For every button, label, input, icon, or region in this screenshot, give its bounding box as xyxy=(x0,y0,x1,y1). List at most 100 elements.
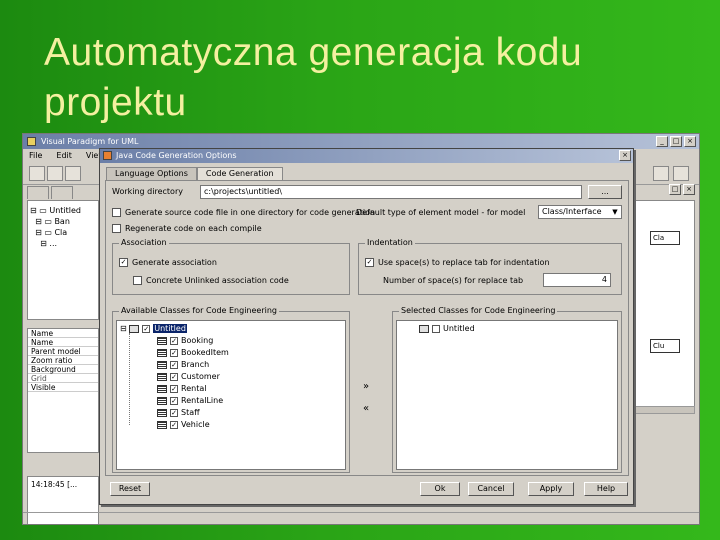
dialog-title: Java Code Generation Options xyxy=(116,151,237,160)
reset-button[interactable]: Reset xyxy=(110,482,150,496)
class-shape[interactable]: Cla xyxy=(650,231,680,245)
canvas-maximize-icon[interactable]: □ xyxy=(669,184,681,195)
model-tree: ⊟ ▭ Untitled ⊟ ▭ Ban ⊟ ▭ Cla ⊟ ... xyxy=(27,200,99,320)
close-button[interactable]: × xyxy=(684,136,696,147)
selected-title: Selected Classes for Code Engineering xyxy=(399,306,558,316)
property-row[interactable]: Parent model xyxy=(28,347,98,356)
tree-item[interactable]: ⊟ ▭ Untitled xyxy=(30,205,96,216)
available-classes-list: ⊟ ✓ Untitled ✓ Booking ✓ BookedItem ✓ Branch… xyxy=(116,320,346,470)
default-type-select[interactable]: Class/Interface ▼ xyxy=(538,205,622,219)
association-group: Association ✓ Generate association Concr… xyxy=(112,238,350,295)
item-checkbox[interactable]: ✓ xyxy=(170,336,178,345)
association-title: Association xyxy=(119,238,169,248)
tree-item[interactable]: ⊟ ▭ Ban xyxy=(30,216,96,227)
list-item[interactable]: ✓ Staff xyxy=(157,407,200,418)
property-row[interactable]: Visible xyxy=(28,383,98,392)
regenerate-checkbox[interactable] xyxy=(112,224,121,233)
new-icon[interactable] xyxy=(29,166,45,181)
canvas-close-icon[interactable]: × xyxy=(683,184,695,195)
property-row[interactable]: Zoom ratio xyxy=(28,356,98,365)
item-checkbox[interactable]: ✓ xyxy=(170,360,178,369)
concrete-checkbox[interactable] xyxy=(133,276,142,285)
class-icon xyxy=(157,384,167,393)
tool-icon[interactable] xyxy=(653,166,669,181)
list-item[interactable]: ⊟ ✓ Untitled xyxy=(120,323,187,334)
list-item[interactable]: ✓ Vehicle xyxy=(157,419,210,430)
property-row[interactable]: Name xyxy=(28,338,98,347)
tool-icon[interactable] xyxy=(673,166,689,181)
item-checkbox[interactable]: ✓ xyxy=(170,420,178,429)
list-item[interactable]: ✓ Rental xyxy=(157,383,206,394)
item-checkbox[interactable]: ✓ xyxy=(170,408,178,417)
chevron-down-icon: ▼ xyxy=(612,208,618,216)
tab-language-options[interactable]: Language Options xyxy=(106,167,197,180)
code-generation-pane: Working directory c:\projects\untitled\ … xyxy=(105,180,629,476)
help-button[interactable]: Help xyxy=(584,482,628,496)
app-title: Visual Paradigm for UML xyxy=(41,137,139,146)
maximize-button[interactable]: □ xyxy=(670,136,682,147)
diagram-canvas[interactable]: Cla Clu xyxy=(635,200,695,408)
tab-diagram-navigator[interactable] xyxy=(27,186,49,199)
generate-single-label: Generate source code file in one directo… xyxy=(125,208,376,217)
working-dir-label: Working directory xyxy=(112,187,183,196)
indentation-group: Indentation ✓ Use space(s) to replace ta… xyxy=(358,238,622,295)
item-checkbox[interactable] xyxy=(432,324,440,333)
spaces-count-input[interactable]: 4 xyxy=(543,273,611,287)
list-item[interactable]: Untitled xyxy=(419,323,475,334)
working-dir-input[interactable]: c:\projects\untitled\ xyxy=(200,185,582,199)
app-icon xyxy=(27,137,36,146)
generate-association-checkbox[interactable]: ✓ xyxy=(119,258,128,267)
selected-classes-group: Selected Classes for Code Engineering Un… xyxy=(392,306,622,473)
properties-table: Name Name Parent model Zoom ratio Backgr… xyxy=(27,328,99,453)
log-entry: 14:18:45 [... xyxy=(31,480,78,489)
canvas-scrollbar[interactable] xyxy=(635,406,695,414)
status-bar xyxy=(23,512,699,524)
ok-button[interactable]: Ok xyxy=(420,482,460,496)
property-row[interactable]: Background xyxy=(28,365,98,374)
class-shape[interactable]: Clu xyxy=(650,339,680,353)
tab-model-tree[interactable] xyxy=(51,186,73,199)
screenshot: Visual Paradigm for UML _ □ × File Edit … xyxy=(22,133,700,525)
canvas-controls: □ × xyxy=(635,184,695,198)
left-panel: ⊟ ▭ Untitled ⊟ ▭ Ban ⊟ ▭ Cla ⊟ ... Name … xyxy=(27,186,99,524)
property-row[interactable]: Grid xyxy=(28,374,98,383)
item-checkbox[interactable]: ✓ xyxy=(170,348,178,357)
cancel-button[interactable]: Cancel xyxy=(468,482,514,496)
class-icon xyxy=(157,396,167,405)
item-checkbox[interactable]: ✓ xyxy=(142,324,151,333)
item-checkbox[interactable]: ✓ xyxy=(170,396,178,405)
minimize-button[interactable]: _ xyxy=(656,136,668,147)
tree-item[interactable]: ⊟ ... xyxy=(30,238,96,249)
move-right-button[interactable]: » xyxy=(360,381,372,392)
menu-edit[interactable]: Edit xyxy=(56,149,72,162)
use-spaces-label: Use space(s) to replace tab for indentat… xyxy=(378,258,550,267)
tab-code-generation[interactable]: Code Generation xyxy=(196,167,283,180)
list-item[interactable]: ✓ BookedItem xyxy=(157,347,229,358)
open-icon[interactable] xyxy=(47,166,63,181)
available-title: Available Classes for Code Engineering xyxy=(119,306,279,316)
available-classes-group: Available Classes for Code Engineering ⊟… xyxy=(112,306,350,473)
list-item[interactable]: ✓ Customer xyxy=(157,371,220,382)
concrete-label: Concrete Unlinked association code xyxy=(146,276,289,285)
property-row[interactable]: Name xyxy=(28,329,98,338)
apply-button[interactable]: Apply xyxy=(528,482,574,496)
save-icon[interactable] xyxy=(65,166,81,181)
list-item[interactable]: ✓ RentalLine xyxy=(157,395,223,406)
item-checkbox[interactable]: ✓ xyxy=(170,372,178,381)
item-checkbox[interactable]: ✓ xyxy=(170,384,178,393)
list-item[interactable]: ✓ Booking xyxy=(157,335,213,346)
use-spaces-checkbox[interactable]: ✓ xyxy=(365,258,374,267)
move-left-button[interactable]: « xyxy=(360,403,372,414)
generate-single-checkbox[interactable] xyxy=(112,208,121,217)
model-icon xyxy=(419,324,429,333)
java-icon xyxy=(103,151,112,160)
collapse-icon[interactable]: ⊟ xyxy=(120,324,127,333)
class-icon xyxy=(157,408,167,417)
menu-file[interactable]: File xyxy=(29,149,42,162)
model-icon xyxy=(129,324,140,333)
tree-item[interactable]: ⊟ ▭ Cla xyxy=(30,227,96,238)
browse-button[interactable]: ... xyxy=(588,185,622,199)
dialog-close-button[interactable]: × xyxy=(619,150,631,161)
list-item[interactable]: ✓ Branch xyxy=(157,359,209,370)
class-icon xyxy=(157,336,167,345)
